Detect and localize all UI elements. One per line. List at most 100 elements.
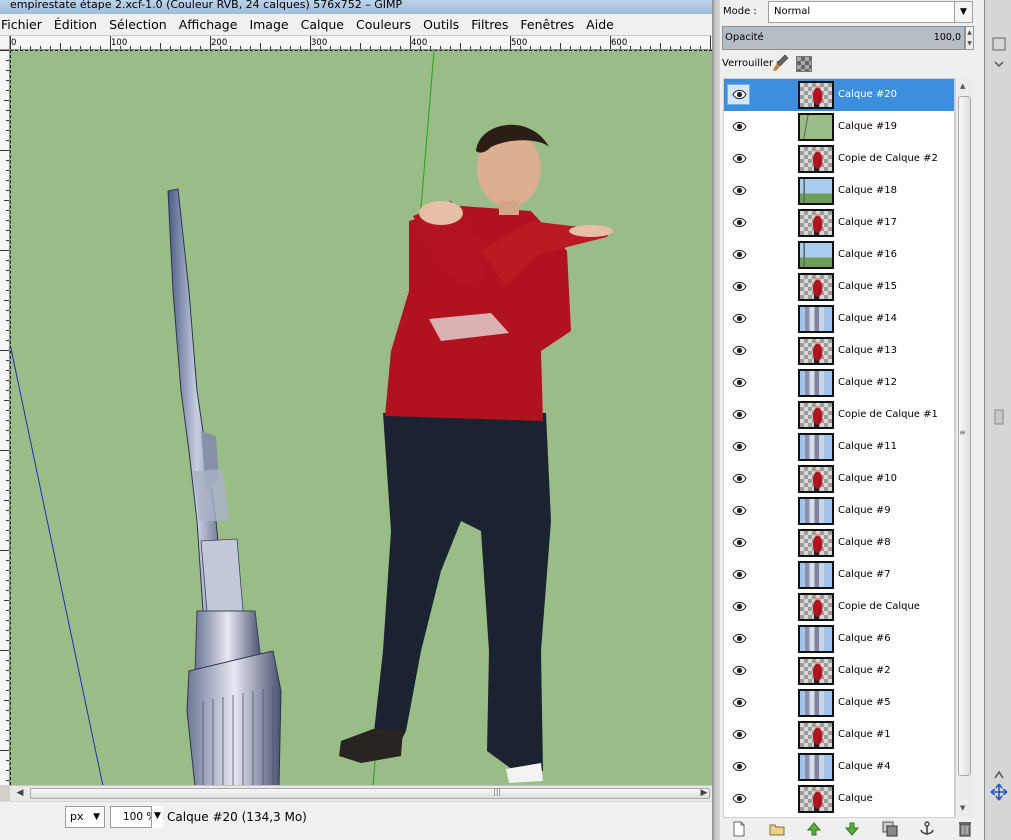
eye-icon[interactable]	[732, 536, 747, 549]
layer-thumbnail[interactable]	[798, 177, 834, 205]
unit-select[interactable]: px ▼	[65, 806, 105, 828]
layer-thumbnail[interactable]	[798, 497, 834, 525]
layer-name[interactable]: Calque #12	[838, 367, 897, 399]
layer-thumbnail[interactable]	[798, 753, 834, 781]
layer-row[interactable]: Calque #5	[724, 687, 954, 719]
menu-selection[interactable]: Sélection	[103, 17, 173, 32]
mode-select[interactable]: Normal ▼	[768, 1, 973, 23]
layer-name[interactable]: Calque #11	[838, 431, 897, 463]
layer-row[interactable]: Calque #12	[724, 367, 954, 399]
menu-filtres[interactable]: Filtres	[465, 17, 514, 32]
eye-icon[interactable]	[732, 216, 747, 229]
layer-thumbnail[interactable]	[798, 81, 834, 109]
eye-icon[interactable]	[732, 184, 747, 197]
layer-row[interactable]: Calque #9	[724, 495, 954, 527]
lock-pixels-icon[interactable]	[773, 54, 789, 72]
menu-fenetres[interactable]: Fenêtres	[514, 17, 580, 32]
layer-thumbnail[interactable]	[798, 209, 834, 237]
layer-thumbnail[interactable]	[798, 689, 834, 717]
eye-icon[interactable]	[732, 376, 747, 389]
layer-name[interactable]: Calque #4	[838, 751, 891, 783]
layer-thumbnail[interactable]	[798, 625, 834, 653]
layer-row[interactable]: Calque #4	[724, 751, 954, 783]
layer-thumbnail[interactable]	[798, 465, 834, 493]
eye-icon[interactable]	[732, 760, 747, 773]
eye-icon[interactable]	[732, 664, 747, 677]
eye-icon[interactable]	[732, 696, 747, 709]
layer-name[interactable]: Calque #14	[838, 303, 897, 335]
layer-list[interactable]: Calque #20 Calque #19 Copie de Calque #2 Ca…	[723, 78, 955, 818]
scroll-right-arrow[interactable]: ▶	[696, 786, 712, 801]
eye-icon[interactable]	[732, 408, 747, 421]
lower-layer-icon[interactable]	[843, 820, 861, 838]
lock-alpha-icon[interactable]	[796, 56, 812, 72]
layer-row[interactable]: Calque	[724, 783, 954, 815]
image-canvas[interactable]	[10, 50, 712, 785]
layer-row[interactable]: Calque #15	[724, 271, 954, 303]
horizontal-ruler[interactable]: 0 100 200 300 400 500 600	[10, 36, 712, 50]
eye-icon[interactable]	[732, 152, 747, 165]
menu-couleurs[interactable]: Couleurs	[350, 17, 417, 32]
scroll-down-arrow[interactable]: ▼	[960, 804, 965, 812]
layer-row[interactable]: Copie de Calque	[724, 591, 954, 623]
new-layer-group-icon[interactable]	[768, 820, 786, 838]
layer-name[interactable]: Calque #18	[838, 175, 897, 207]
layer-row[interactable]: Calque #16	[724, 239, 954, 271]
canvas-horizontal-scrollbar[interactable]: ◀ ||| ▶	[10, 785, 712, 801]
ruler-corner[interactable]	[0, 36, 10, 50]
eye-icon[interactable]	[732, 280, 747, 293]
eye-icon[interactable]	[732, 600, 747, 613]
layer-row[interactable]: Calque #6	[724, 623, 954, 655]
eye-icon[interactable]	[732, 504, 747, 517]
layer-thumbnail[interactable]	[798, 721, 834, 749]
eye-icon[interactable]	[732, 312, 747, 325]
layer-thumbnail[interactable]	[798, 369, 834, 397]
scroll-up-arrow[interactable]: ▲	[960, 82, 965, 90]
layer-name[interactable]: Calque #19	[838, 111, 897, 143]
layer-row[interactable]: Calque #20	[724, 79, 954, 111]
layer-thumbnail[interactable]	[798, 785, 834, 813]
eye-icon[interactable]	[732, 568, 747, 581]
layer-thumbnail[interactable]	[798, 113, 834, 141]
eye-icon[interactable]	[732, 728, 747, 741]
layer-row[interactable]: Calque #10	[724, 463, 954, 495]
eye-icon[interactable]	[732, 472, 747, 485]
layer-row[interactable]: Copie de Calque #1	[724, 399, 954, 431]
layer-thumbnail[interactable]	[798, 145, 834, 173]
layer-thumbnail[interactable]	[798, 433, 834, 461]
layer-name[interactable]: Calque #9	[838, 495, 891, 527]
layer-name[interactable]: Calque #15	[838, 271, 897, 303]
layer-row[interactable]: Calque #1	[724, 719, 954, 751]
eye-icon[interactable]	[732, 120, 747, 133]
menu-edition[interactable]: Édition	[48, 17, 103, 32]
eye-icon[interactable]	[732, 344, 747, 357]
layer-name[interactable]: Copie de Calque	[838, 591, 920, 623]
menu-fichier[interactable]: Fichier	[0, 17, 48, 32]
eye-icon[interactable]	[732, 440, 747, 453]
layer-name[interactable]: Calque #17	[838, 207, 897, 239]
layer-name[interactable]: Calque #8	[838, 527, 891, 559]
layer-name[interactable]: Calque	[838, 783, 873, 815]
layer-thumbnail[interactable]	[798, 401, 834, 429]
layer-thumbnail[interactable]	[798, 561, 834, 589]
duplicate-layer-icon[interactable]	[881, 820, 899, 838]
layer-row[interactable]: Copie de Calque #2	[724, 143, 954, 175]
layer-thumbnail[interactable]	[798, 241, 834, 269]
delete-layer-icon[interactable]	[956, 820, 974, 838]
layer-thumbnail[interactable]	[798, 657, 834, 685]
zoom-dropdown-button[interactable]: ▼	[151, 806, 163, 828]
layer-thumbnail[interactable]	[798, 305, 834, 333]
new-layer-icon[interactable]	[730, 820, 748, 838]
layer-name[interactable]: Calque #1	[838, 719, 891, 751]
menu-aide[interactable]: Aide	[580, 17, 620, 32]
layer-row[interactable]: Calque #8	[724, 527, 954, 559]
raise-layer-icon[interactable]	[805, 820, 823, 838]
eye-icon[interactable]	[732, 792, 747, 805]
eye-icon[interactable]	[732, 632, 747, 645]
layer-row[interactable]: Calque #14	[724, 303, 954, 335]
eye-icon[interactable]	[732, 88, 747, 101]
layer-row[interactable]: Calque #18	[724, 175, 954, 207]
layer-name[interactable]: Copie de Calque #1	[838, 399, 938, 431]
menu-calque[interactable]: Calque	[295, 17, 350, 32]
layer-name[interactable]: Calque #20	[838, 79, 897, 111]
